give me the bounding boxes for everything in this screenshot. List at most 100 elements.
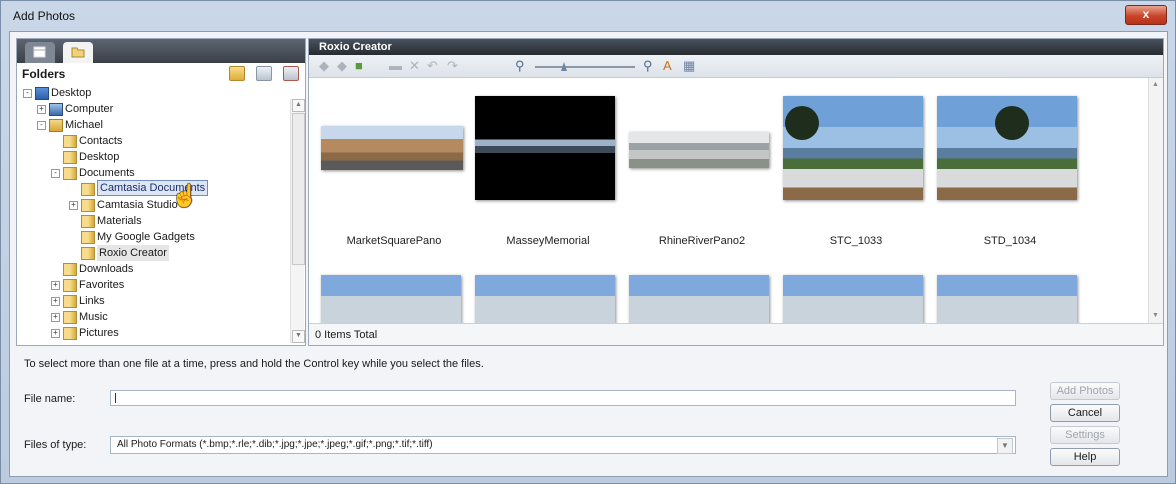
tree-node[interactable]: + Camtasia Studio <box>21 197 281 213</box>
photo-thumbnail[interactable]: STC_1033 <box>781 78 931 247</box>
close-button[interactable]: x <box>1125 5 1167 25</box>
tree-silhouette <box>995 106 1029 140</box>
tree-node-label: Roxio Creator <box>97 245 169 261</box>
folder-icon <box>81 231 95 244</box>
forward-arrow-icon[interactable]: ◆ <box>337 59 347 73</box>
remove-folder-icon[interactable] <box>283 66 299 81</box>
tree-scrollbar[interactable]: ▲ ▼ <box>290 99 305 343</box>
tree-node-label: Contacts <box>79 135 123 147</box>
folder-icon <box>63 279 77 292</box>
help-button[interactable]: Help <box>1050 448 1120 466</box>
tree-node-label: Downloads <box>79 263 134 275</box>
photo-caption: STC_1033 <box>829 235 883 247</box>
tab-browse[interactable] <box>25 42 55 63</box>
file-name-input[interactable] <box>110 390 1016 406</box>
folders-pane: Folders - Desktop + Computer - Michael Contact… <box>16 38 306 346</box>
folder-tree[interactable]: - Desktop + Computer - Michael Contacts Desktop… <box>21 85 285 343</box>
folder-icon <box>81 247 95 260</box>
tree-node[interactable]: Camtasia Documents <box>21 180 281 197</box>
scroll-thumb[interactable] <box>292 113 305 265</box>
tree-node-label: My Google Gadgets <box>97 231 195 243</box>
tree-node[interactable]: + Links <box>21 293 281 309</box>
expand-icon[interactable]: + <box>51 281 60 290</box>
pane-tabs <box>17 39 305 63</box>
scroll-down-icon[interactable]: ▼ <box>292 330 305 343</box>
tree-node[interactable]: - Michael <box>21 117 281 133</box>
tree-node[interactable]: Contacts <box>21 133 281 149</box>
tree-node-label: Computer <box>65 103 114 115</box>
scroll-up-icon[interactable]: ▲ <box>292 99 305 112</box>
browser-title: Roxio Creator <box>309 39 1163 55</box>
tree-node[interactable]: + Pictures <box>21 325 281 341</box>
new-folder-icon[interactable] <box>228 66 245 81</box>
rotate-right-icon[interactable]: ↷ <box>447 59 458 73</box>
collapse-icon[interactable]: - <box>23 89 32 98</box>
browser-toolbar: ◆ ◆ ■ ▬ ✕ ↶ ↷ ⚲ ⚲ A ▦ <box>309 55 1163 78</box>
collapse-icon[interactable]: - <box>37 121 46 130</box>
font-size-icon[interactable]: A <box>663 59 672 73</box>
expand-icon[interactable]: + <box>51 313 60 322</box>
files-of-type-value: All Photo Formats (*.bmp;*.rle;*.dib;*.j… <box>117 439 433 450</box>
slideshow-icon[interactable]: ▬ <box>389 59 402 73</box>
grid-view-icon <box>33 46 46 58</box>
gallery-scrollbar[interactable]: ▲ ▼ <box>1148 78 1163 324</box>
add-photos-button[interactable]: Add Photos <box>1050 382 1120 400</box>
files-of-type-label: Files of type: <box>24 439 87 451</box>
chevron-down-icon[interactable]: ▼ <box>997 438 1013 454</box>
expand-icon[interactable]: + <box>51 329 60 338</box>
scroll-down-icon[interactable]: ▼ <box>1150 311 1161 322</box>
files-of-type-select[interactable]: All Photo Formats (*.bmp;*.rle;*.dib;*.j… <box>110 436 1016 454</box>
zoom-in-icon[interactable]: ⚲ <box>643 59 653 73</box>
browse-folder-icon[interactable] <box>255 66 272 81</box>
tree-silhouette <box>785 106 819 140</box>
folder-actions <box>221 66 299 84</box>
photo-browser: Roxio Creator ◆ ◆ ■ ▬ ✕ ↶ ↷ ⚲ ⚲ A ▦ Mark… <box>308 38 1164 346</box>
view-details-icon[interactable]: ▦ <box>683 59 695 73</box>
zoom-slider[interactable] <box>535 66 635 68</box>
tree-node-label: Favorites <box>79 279 125 291</box>
thumbnail-grid[interactable]: MarketSquarePano MasseyMemorial RhineRiver… <box>309 78 1147 324</box>
photo-thumbnail[interactable]: MarketSquarePano <box>319 78 469 247</box>
text-caret <box>115 393 116 403</box>
photo-thumbnail[interactable] <box>321 275 461 324</box>
photo-thumbnail[interactable] <box>937 275 1077 324</box>
rotate-left-icon[interactable]: ↶ <box>427 59 438 73</box>
cancel-button[interactable]: Cancel <box>1050 404 1120 422</box>
tree-node-label: Camtasia Studio <box>97 199 178 211</box>
photo-thumbnail[interactable]: RhineRiverPano2 <box>627 78 777 247</box>
tree-node[interactable]: - Documents <box>21 165 281 181</box>
tree-node[interactable]: + Music <box>21 309 281 325</box>
tree-node[interactable]: + Favorites <box>21 277 281 293</box>
tree-node[interactable]: Materials <box>21 213 281 229</box>
expand-icon[interactable]: + <box>69 201 78 210</box>
photo-thumbnail[interactable]: MasseyMemorial <box>473 78 623 247</box>
tab-folders[interactable] <box>63 42 93 63</box>
tree-node[interactable]: - Desktop <box>21 85 281 101</box>
settings-button[interactable]: Settings <box>1050 426 1120 444</box>
up-folder-icon[interactable]: ■ <box>355 59 363 73</box>
photo-thumbnail[interactable] <box>783 275 923 324</box>
computer-icon <box>49 103 63 116</box>
tree-node-label: Documents <box>79 167 135 179</box>
photo-thumbnail[interactable] <box>475 275 615 324</box>
tree-node[interactable]: My Google Gadgets <box>21 229 281 245</box>
folders-heading: Folders <box>22 67 66 81</box>
back-arrow-icon[interactable]: ◆ <box>319 59 329 73</box>
folder-icon <box>63 151 77 164</box>
photo-thumbnail[interactable]: STD_1034 <box>935 78 1085 247</box>
expand-icon[interactable]: + <box>37 105 46 114</box>
tree-node[interactable]: Desktop <box>21 149 281 165</box>
tree-node[interactable]: Roxio Creator <box>21 245 281 261</box>
folder-icon <box>63 295 77 308</box>
zoom-out-icon[interactable]: ⚲ <box>515 59 525 73</box>
expand-icon[interactable]: + <box>51 297 60 306</box>
desktop-icon <box>35 87 49 100</box>
scroll-up-icon[interactable]: ▲ <box>1150 80 1161 91</box>
title-bar[interactable]: Add Photos x <box>1 1 1175 31</box>
tree-node[interactable]: + Computer <box>21 101 281 117</box>
photo-thumbnail[interactable] <box>629 275 769 324</box>
folder-icon <box>63 311 77 324</box>
tree-node[interactable]: Downloads <box>21 261 281 277</box>
delete-icon[interactable]: ✕ <box>409 59 420 73</box>
collapse-icon[interactable]: - <box>51 169 60 178</box>
